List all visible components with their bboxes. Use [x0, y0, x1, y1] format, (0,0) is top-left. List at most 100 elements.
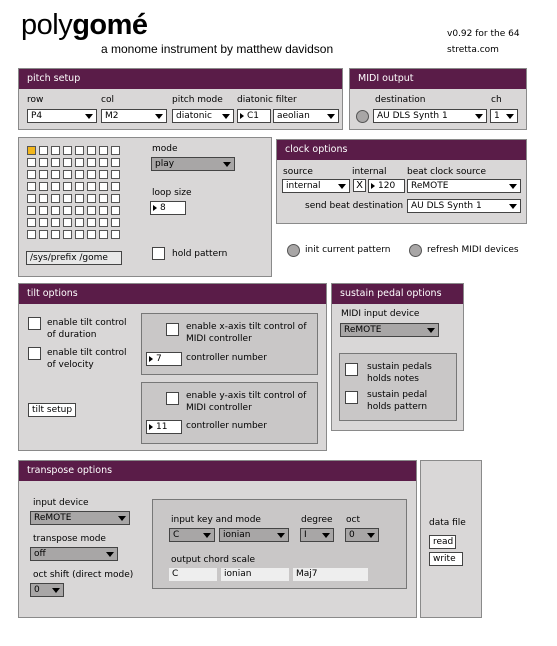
- grid-cell[interactable]: [99, 158, 108, 167]
- grid-cell[interactable]: [51, 146, 60, 155]
- grid-cell[interactable]: [99, 146, 108, 155]
- grid-cell[interactable]: [27, 146, 36, 155]
- y-axis-checkbox[interactable]: [166, 392, 179, 405]
- grid-cell[interactable]: [51, 170, 60, 179]
- grid-cell[interactable]: [87, 230, 96, 239]
- grid-cell[interactable]: [75, 218, 84, 227]
- grid-cell[interactable]: [75, 182, 84, 191]
- grid-cell[interactable]: [39, 170, 48, 179]
- grid-cell[interactable]: [87, 170, 96, 179]
- oct-select[interactable]: 0: [345, 528, 379, 542]
- grid-cell[interactable]: [39, 158, 48, 167]
- diatonic-scale-select[interactable]: aeolian: [273, 109, 339, 123]
- monome-grid[interactable]: [27, 146, 125, 244]
- grid-cell[interactable]: [87, 158, 96, 167]
- grid-cell[interactable]: [111, 182, 120, 191]
- tilt-duration-checkbox[interactable]: [28, 317, 41, 330]
- grid-cell[interactable]: [111, 146, 120, 155]
- grid-cell[interactable]: [75, 146, 84, 155]
- source-select[interactable]: internal: [282, 179, 350, 193]
- grid-cell[interactable]: [99, 218, 108, 227]
- grid-cell[interactable]: [63, 182, 72, 191]
- grid-cell[interactable]: [87, 146, 96, 155]
- holds-pattern-checkbox[interactable]: [345, 391, 358, 404]
- grid-cell[interactable]: [39, 182, 48, 191]
- grid-cell[interactable]: [63, 218, 72, 227]
- grid-cell[interactable]: [99, 206, 108, 215]
- grid-cell[interactable]: [75, 158, 84, 167]
- x-controller-field[interactable]: 7: [146, 352, 182, 366]
- grid-cell[interactable]: [99, 194, 108, 203]
- refresh-midi-button[interactable]: [409, 244, 422, 257]
- destination-select[interactable]: AU DLS Synth 1: [373, 109, 487, 123]
- grid-cell[interactable]: [75, 170, 84, 179]
- grid-cell[interactable]: [27, 182, 36, 191]
- grid-cell[interactable]: [27, 194, 36, 203]
- mode-select[interactable]: play: [151, 157, 235, 171]
- grid-cell[interactable]: [39, 230, 48, 239]
- grid-cell[interactable]: [51, 206, 60, 215]
- tempo-field[interactable]: 120: [368, 179, 405, 193]
- grid-cell[interactable]: [63, 230, 72, 239]
- grid-cell[interactable]: [87, 182, 96, 191]
- grid-cell[interactable]: [51, 230, 60, 239]
- grid-cell[interactable]: [111, 206, 120, 215]
- internal-toggle[interactable]: X: [353, 179, 366, 192]
- key-select[interactable]: C: [169, 528, 215, 542]
- init-pattern-button[interactable]: [287, 244, 300, 257]
- grid-cell[interactable]: [87, 206, 96, 215]
- grid-cell[interactable]: [63, 170, 72, 179]
- x-axis-checkbox[interactable]: [166, 323, 179, 336]
- write-button[interactable]: write: [429, 552, 463, 566]
- degree-select[interactable]: I: [300, 528, 334, 542]
- grid-cell[interactable]: [51, 158, 60, 167]
- grid-cell[interactable]: [87, 194, 96, 203]
- prefix-field[interactable]: /sys/prefix /gome: [26, 251, 122, 265]
- transpose-mode-select[interactable]: off: [30, 547, 118, 561]
- grid-cell[interactable]: [27, 170, 36, 179]
- grid-cell[interactable]: [111, 230, 120, 239]
- grid-cell[interactable]: [75, 194, 84, 203]
- key-mode-select[interactable]: ionian: [219, 528, 289, 542]
- grid-cell[interactable]: [51, 218, 60, 227]
- grid-cell[interactable]: [75, 206, 84, 215]
- grid-cell[interactable]: [27, 218, 36, 227]
- grid-cell[interactable]: [99, 182, 108, 191]
- holds-notes-checkbox[interactable]: [345, 363, 358, 376]
- grid-cell[interactable]: [111, 218, 120, 227]
- input-device-select[interactable]: ReMOTE: [30, 511, 130, 525]
- oct-shift-select[interactable]: 0: [30, 583, 64, 597]
- grid-cell[interactable]: [63, 158, 72, 167]
- grid-cell[interactable]: [27, 230, 36, 239]
- midi-output-indicator[interactable]: [356, 110, 369, 123]
- beat-clock-source-select[interactable]: ReMOTE: [407, 179, 521, 193]
- grid-cell[interactable]: [27, 206, 36, 215]
- grid-cell[interactable]: [87, 218, 96, 227]
- sustain-input-select[interactable]: ReMOTE: [340, 323, 439, 337]
- tilt-velocity-checkbox[interactable]: [28, 347, 41, 360]
- grid-cell[interactable]: [39, 206, 48, 215]
- col-select[interactable]: M2: [101, 109, 167, 123]
- tilt-setup-button[interactable]: tilt setup: [28, 403, 77, 417]
- channel-select[interactable]: 1: [490, 109, 518, 123]
- grid-cell[interactable]: [27, 158, 36, 167]
- grid-cell[interactable]: [39, 146, 48, 155]
- grid-cell[interactable]: [75, 230, 84, 239]
- grid-cell[interactable]: [63, 206, 72, 215]
- send-beat-select[interactable]: AU DLS Synth 1: [407, 199, 521, 213]
- diatonic-root-field[interactable]: C1: [237, 109, 271, 123]
- grid-cell[interactable]: [111, 194, 120, 203]
- grid-cell[interactable]: [99, 230, 108, 239]
- grid-cell[interactable]: [39, 218, 48, 227]
- row-select[interactable]: P4: [27, 109, 97, 123]
- loop-size-field[interactable]: 8: [150, 201, 186, 215]
- y-controller-field[interactable]: 11: [146, 420, 182, 434]
- grid-cell[interactable]: [51, 194, 60, 203]
- grid-cell[interactable]: [63, 146, 72, 155]
- grid-cell[interactable]: [99, 170, 108, 179]
- hold-pattern-checkbox[interactable]: [152, 247, 165, 260]
- grid-cell[interactable]: [39, 194, 48, 203]
- grid-cell[interactable]: [111, 158, 120, 167]
- grid-cell[interactable]: [63, 194, 72, 203]
- grid-cell[interactable]: [51, 182, 60, 191]
